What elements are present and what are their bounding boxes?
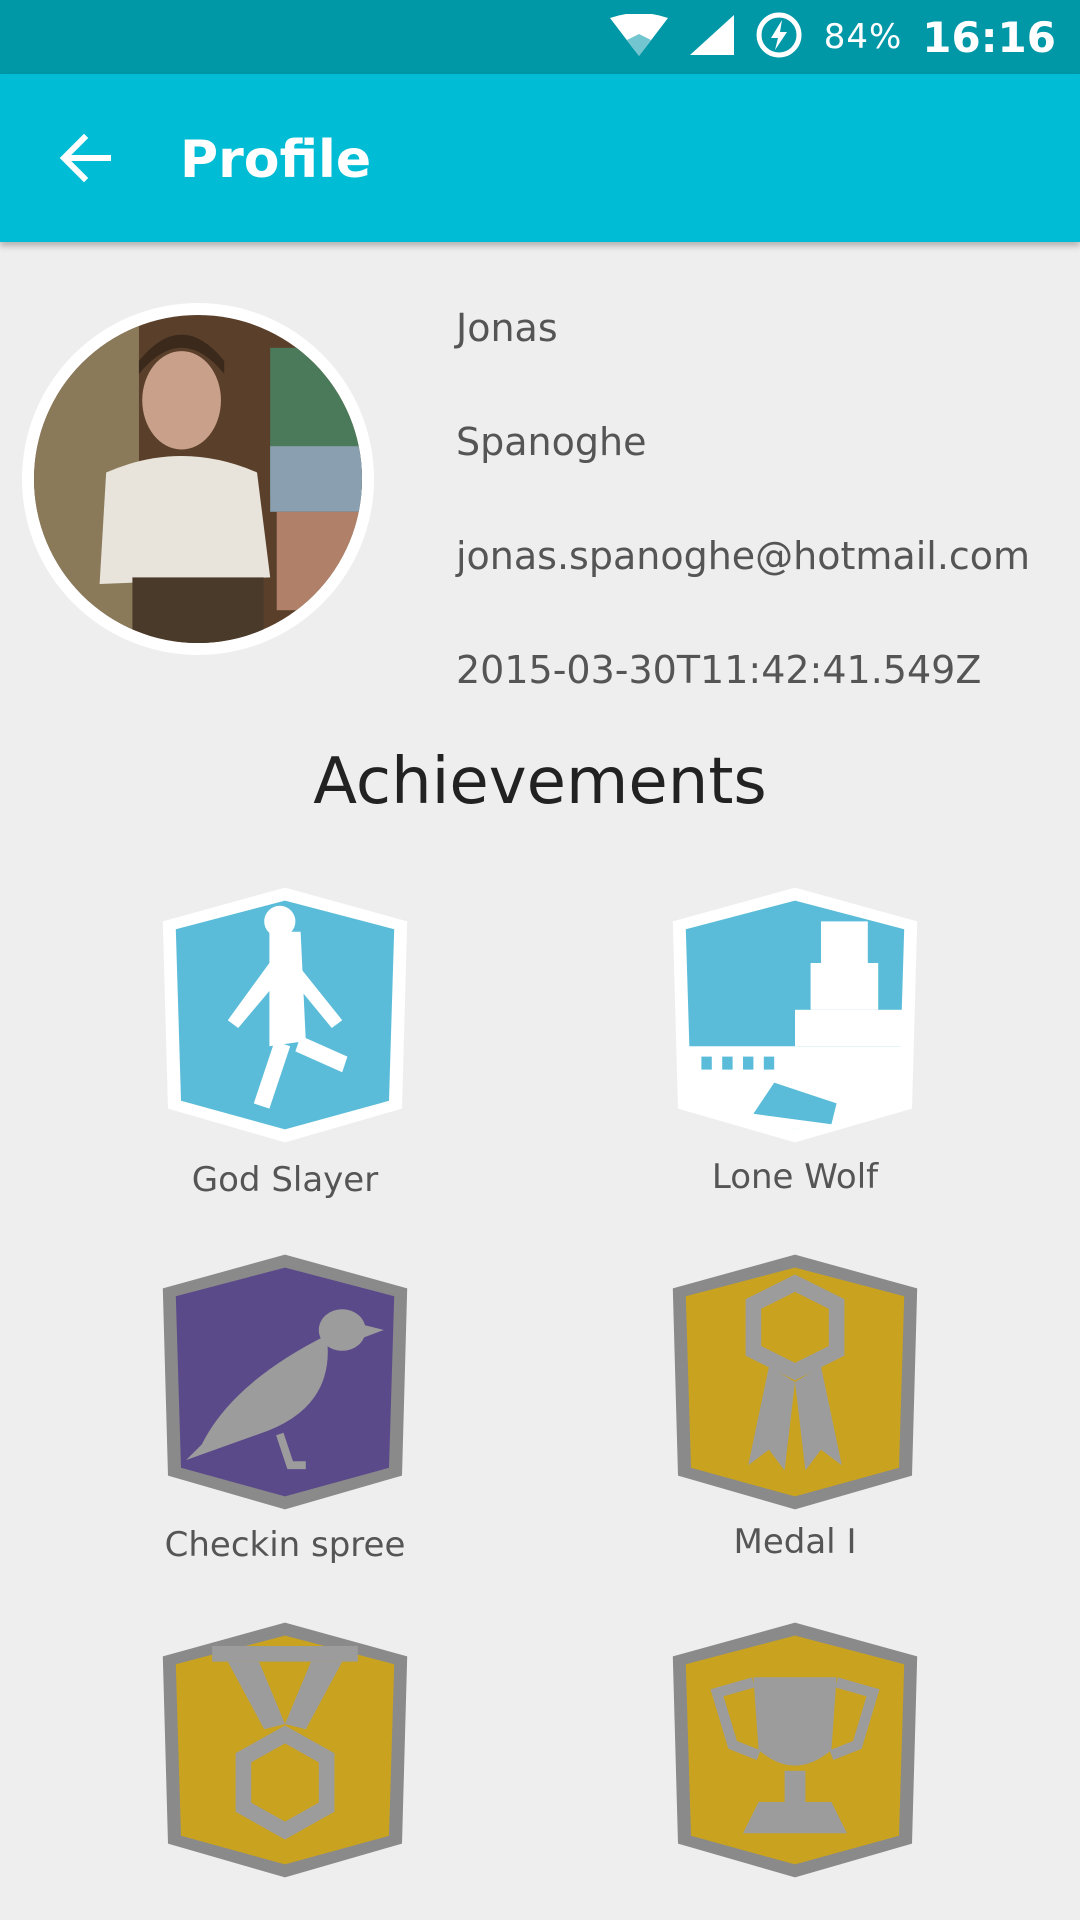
breakdancer-icon — [162, 887, 408, 1143]
first-name: Jonas — [456, 306, 558, 350]
status-bar: 84% 16:16 — [0, 0, 1080, 74]
clock: 16:16 — [922, 12, 1056, 62]
page-title: Profile — [180, 130, 372, 190]
achievement-badge-6[interactable] — [665, 1620, 925, 1880]
battery-percent: 84% — [823, 17, 903, 57]
back-button[interactable] — [56, 128, 116, 188]
achievement-badge-5[interactable] — [155, 1620, 415, 1880]
medal-icon — [162, 1622, 408, 1878]
created-date: 2015-03-30T11:42:41.549Z — [456, 648, 982, 692]
achievement-badge-lone-wolf[interactable] — [665, 885, 925, 1145]
wifi-icon — [609, 13, 668, 60]
achievement-badge-god-slayer[interactable] — [155, 885, 415, 1145]
last-name: Spanoghe — [456, 420, 647, 464]
arrow-left-icon — [59, 133, 111, 183]
battery-charging-icon — [756, 12, 802, 62]
achievement-label-god-slayer: God Slayer — [191, 1160, 379, 1200]
achievement-badge-medal-i[interactable] — [665, 1252, 925, 1512]
status-icons: 84% 16:16 — [609, 0, 1056, 74]
avatar — [22, 303, 374, 655]
achievements-heading: Achievements — [313, 745, 767, 819]
achievement-badge-checkin-spree[interactable] — [155, 1252, 415, 1512]
cell-signal-icon — [689, 15, 734, 59]
rosette-icon — [672, 1254, 918, 1510]
achievement-label-checkin-spree: Checkin spree — [164, 1525, 406, 1565]
app-bar: Profile — [0, 74, 1080, 242]
bird-icon — [162, 1254, 408, 1510]
email: jonas.spanoghe@hotmail.com — [456, 534, 1031, 578]
achievement-label-lone-wolf: Lone Wolf — [711, 1157, 879, 1197]
trophy-icon — [672, 1622, 918, 1878]
castle-icon — [672, 887, 918, 1143]
achievement-label-medal-i: Medal I — [733, 1522, 857, 1562]
